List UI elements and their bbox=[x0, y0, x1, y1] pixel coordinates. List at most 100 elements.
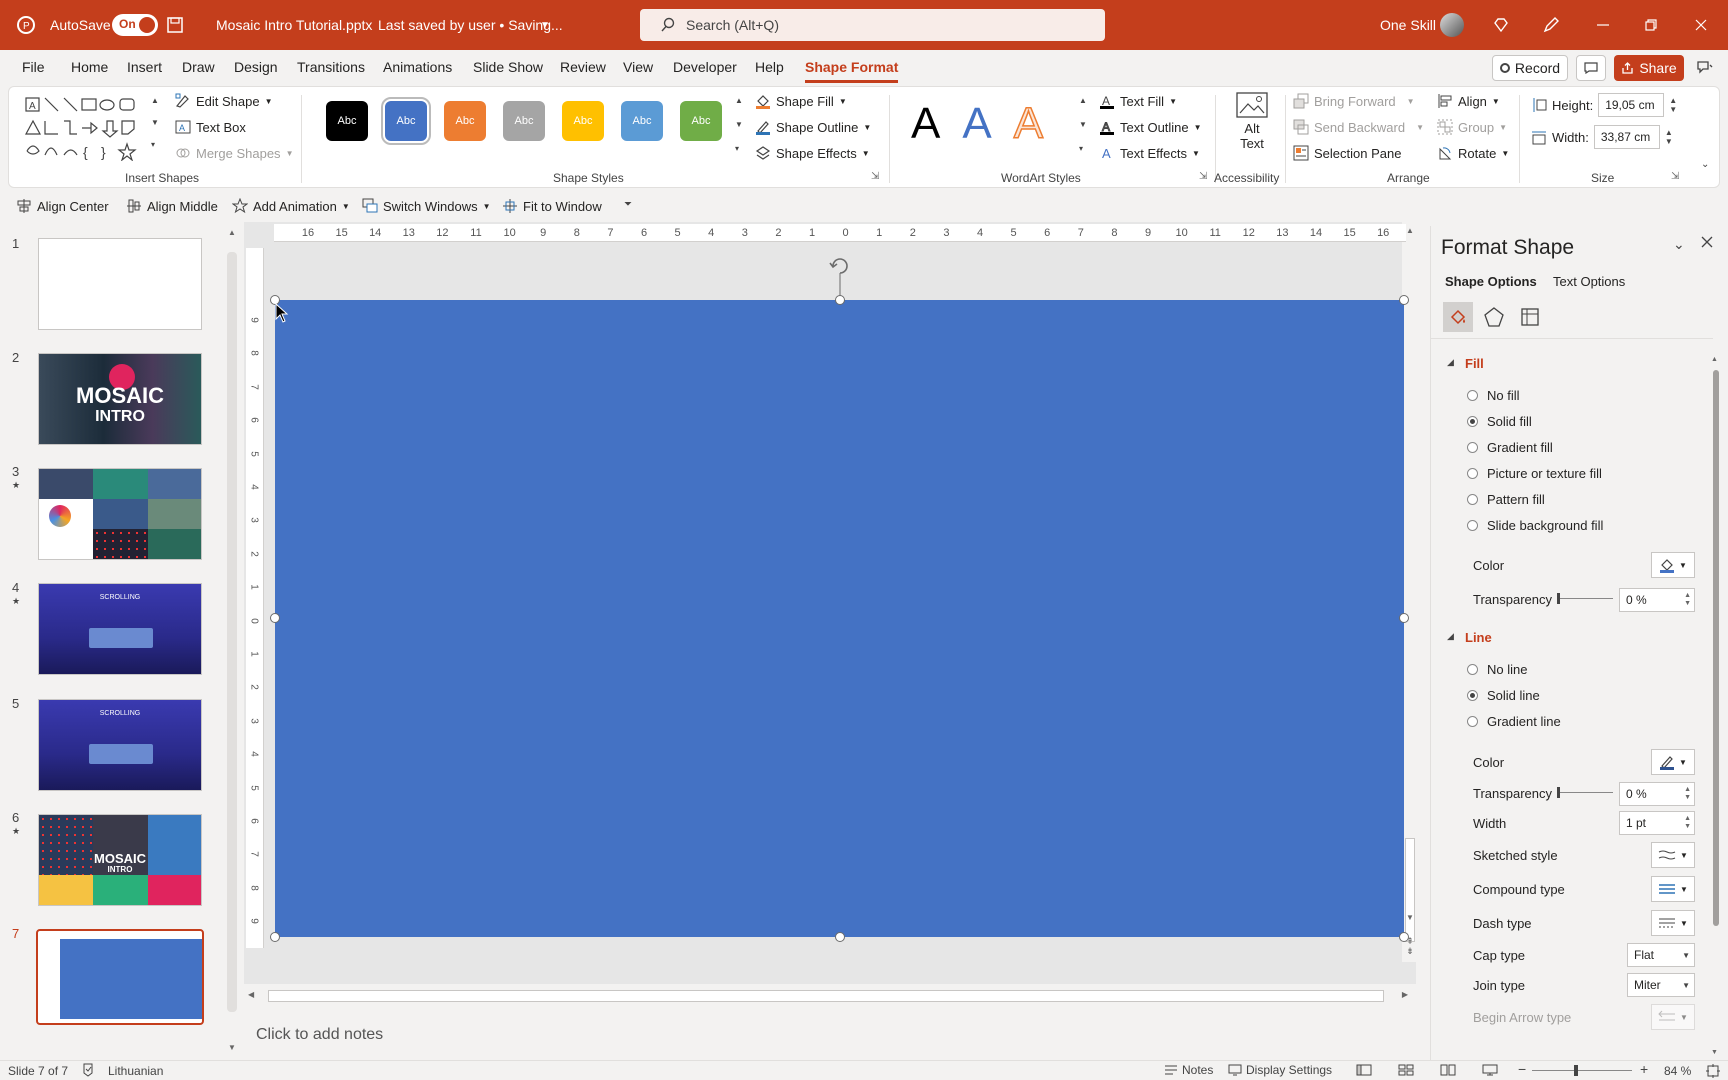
rotate-button[interactable]: Rotate ▼ bbox=[1437, 145, 1509, 161]
text-fill-button[interactable]: A Text Fill ▼ bbox=[1099, 93, 1177, 109]
user-name[interactable]: One Skill bbox=[1380, 0, 1436, 50]
slide-thumbnail-3[interactable] bbox=[38, 468, 202, 560]
shape-gallery[interactable]: A {} bbox=[23, 95, 161, 161]
radio-no-line[interactable]: No line bbox=[1467, 662, 1527, 677]
tab-insert[interactable]: Insert bbox=[127, 59, 162, 75]
group-button[interactable]: Group ▼ bbox=[1437, 119, 1507, 135]
slide-thumbnail-2[interactable]: MOSAIC INTRO bbox=[38, 353, 202, 445]
resize-handle-bottom-left[interactable] bbox=[270, 932, 280, 942]
radio-gradient-line[interactable]: Gradient line bbox=[1467, 714, 1561, 729]
language-indicator[interactable]: Lithuanian bbox=[108, 1064, 163, 1078]
collapse-fill-icon[interactable]: ◢ bbox=[1447, 357, 1454, 368]
wordart-style-blue[interactable]: A bbox=[962, 99, 991, 149]
fill-line-tab[interactable] bbox=[1443, 302, 1473, 332]
horizontal-ruler[interactable]: 16 15 14 13 12 11 10 9 8 7 6 5 4 3 2 1 0 1 2 3 4 5 6 7 8 9 10 11 12 1… bbox=[274, 224, 1406, 242]
join-type-dropdown[interactable]: Miter ▼ bbox=[1627, 973, 1695, 997]
align-center-button[interactable]: Align Center bbox=[16, 198, 109, 214]
vertical-ruler[interactable]: 9 8 7 6 5 4 3 2 1 0 1 2 3 4 5 6 7 8 9 bbox=[246, 248, 264, 948]
share-button[interactable]: Share bbox=[1614, 55, 1684, 81]
reading-view-icon[interactable] bbox=[1440, 1064, 1456, 1076]
slide-thumbnail-1[interactable] bbox=[38, 238, 202, 330]
record-button[interactable]: Record bbox=[1492, 55, 1568, 81]
notes-area[interactable]: Click to add notes bbox=[244, 1012, 1416, 1056]
sketched-style-dropdown[interactable]: ▼ bbox=[1651, 842, 1695, 868]
fill-transparency-input[interactable]: 0 % ▲ ▼ bbox=[1619, 588, 1695, 612]
zoom-out-button[interactable]: − bbox=[1518, 1061, 1526, 1077]
display-settings-button[interactable]: Display Settings bbox=[1228, 1063, 1332, 1077]
notes-toggle-button[interactable]: Notes bbox=[1164, 1063, 1213, 1077]
switch-windows-button[interactable]: Switch Windows ▼ bbox=[362, 198, 491, 214]
slide-sorter-icon[interactable] bbox=[1398, 1064, 1414, 1076]
tab-text-options[interactable]: Text Options bbox=[1553, 274, 1625, 289]
text-box-button[interactable]: A Text Box bbox=[175, 119, 246, 135]
height-spinner[interactable]: ▲ ▼ bbox=[1669, 96, 1677, 114]
designer-pen-icon[interactable] bbox=[1542, 0, 1560, 50]
shape-style-swatch[interactable]: Abc bbox=[381, 97, 431, 145]
slide-thumbnail-4[interactable]: SCROLLING bbox=[38, 583, 202, 675]
width-spinner[interactable]: ▲ ▼ bbox=[1665, 128, 1673, 146]
dialog-launcher-icon[interactable]: ⇲ bbox=[871, 171, 879, 182]
edit-shape-button[interactable]: Edit Shape ▼ bbox=[175, 93, 273, 109]
slide-thumbnail-5[interactable]: SCROLLING bbox=[38, 699, 202, 791]
tab-shape-options[interactable]: Shape Options bbox=[1445, 274, 1537, 289]
collapse-ribbon-icon[interactable]: ⌄ bbox=[1701, 159, 1709, 170]
shape-style-swatch[interactable]: Abc bbox=[444, 101, 486, 141]
send-backward-button[interactable]: Send Backward ▼ bbox=[1293, 119, 1424, 135]
wordart-style-black[interactable]: A bbox=[911, 99, 940, 149]
pane-options-chevron-icon[interactable]: ⌄ bbox=[1673, 236, 1685, 253]
cap-type-dropdown[interactable]: Flat ▼ bbox=[1627, 943, 1695, 967]
spell-check-icon[interactable] bbox=[82, 1063, 96, 1077]
text-effects-button[interactable]: A Text Effects ▼ bbox=[1099, 145, 1200, 162]
autosave-toggle[interactable]: On bbox=[112, 14, 158, 36]
radio-solid-line[interactable]: Solid line bbox=[1467, 688, 1540, 703]
tab-help[interactable]: Help bbox=[755, 59, 784, 75]
resize-handle-bottom[interactable] bbox=[835, 932, 845, 942]
pane-scrollbar[interactable]: ▲ ▼ bbox=[1711, 356, 1721, 1056]
resize-handle-top[interactable] bbox=[835, 295, 845, 305]
line-width-input[interactable]: 1 pt ▲ ▼ bbox=[1619, 811, 1695, 835]
canvas-horizontal-scrollbar[interactable]: ◀ ▶ bbox=[244, 988, 1412, 1004]
slide-show-icon[interactable] bbox=[1482, 1064, 1498, 1076]
effects-tab[interactable] bbox=[1483, 306, 1505, 328]
tab-review[interactable]: Review bbox=[560, 59, 606, 75]
wordart-scroll[interactable]: ▲ ▼ ▾ bbox=[1079, 95, 1087, 155]
wordart-style-orange[interactable]: A bbox=[1013, 98, 1044, 149]
fit-slide-icon[interactable] bbox=[1706, 1064, 1720, 1078]
shape-fill-button[interactable]: Shape Fill ▼ bbox=[755, 93, 847, 109]
shape-style-swatch[interactable]: Abc bbox=[326, 101, 368, 141]
fill-transparency-slider[interactable] bbox=[1557, 593, 1613, 604]
canvas-vertical-scrollbar[interactable]: ▲ ▼ ⇞ ⇟ bbox=[1402, 222, 1418, 962]
fit-to-window-button[interactable]: Fit to Window bbox=[502, 198, 602, 214]
radio-gradient-fill[interactable]: Gradient fill bbox=[1467, 440, 1553, 455]
minimize-icon[interactable] bbox=[1596, 0, 1610, 50]
add-animation-button[interactable]: Add Animation ▼ bbox=[232, 198, 350, 214]
resize-handle-right[interactable] bbox=[1399, 613, 1409, 623]
slide-thumbnail-6[interactable]: MOSAIC INTRO bbox=[38, 814, 202, 906]
fill-color-picker[interactable]: ▼ bbox=[1651, 552, 1695, 578]
compound-type-dropdown[interactable]: ▼ bbox=[1651, 876, 1695, 902]
shape-style-swatch[interactable]: Abc bbox=[503, 101, 545, 141]
line-transparency-input[interactable]: 0 % ▲ ▼ bbox=[1619, 782, 1695, 806]
merge-shapes-button[interactable]: Merge Shapes ▼ bbox=[175, 145, 293, 161]
dialog-launcher-icon[interactable]: ⇲ bbox=[1199, 171, 1207, 182]
line-color-picker[interactable]: ▼ bbox=[1651, 749, 1695, 775]
save-status-icon[interactable] bbox=[166, 0, 184, 50]
zoom-in-button[interactable]: + bbox=[1640, 1061, 1648, 1077]
text-outline-button[interactable]: A Text Outline ▼ bbox=[1099, 119, 1202, 135]
width-input[interactable]: 33,87 cm bbox=[1593, 125, 1660, 149]
search-box[interactable]: Search (Alt+Q) bbox=[640, 9, 1105, 41]
document-title[interactable]: Mosaic Intro Tutorial.pptx bbox=[216, 0, 372, 50]
align-button[interactable]: Align ▼ bbox=[1437, 93, 1500, 109]
tab-shape-format[interactable]: Shape Format bbox=[805, 59, 899, 83]
save-status[interactable]: Last saved by user • Saving... bbox=[378, 0, 563, 50]
shape-outline-button[interactable]: Shape Outline ▼ bbox=[755, 119, 871, 135]
shape-style-swatch[interactable]: Abc bbox=[621, 101, 663, 141]
close-pane-icon[interactable] bbox=[1701, 236, 1713, 248]
radio-no-fill[interactable]: No fill bbox=[1467, 388, 1520, 403]
shape-gallery-scroll[interactable]: ▲ ▼ ▾ bbox=[151, 95, 159, 150]
dialog-launcher-icon[interactable]: ⇲ bbox=[1671, 171, 1679, 182]
selected-rectangle-shape[interactable] bbox=[275, 300, 1404, 937]
resize-handle-bottom-right[interactable] bbox=[1399, 932, 1409, 942]
comments-button[interactable] bbox=[1576, 55, 1606, 81]
chevron-down-icon[interactable]: ▼ bbox=[540, 0, 550, 50]
